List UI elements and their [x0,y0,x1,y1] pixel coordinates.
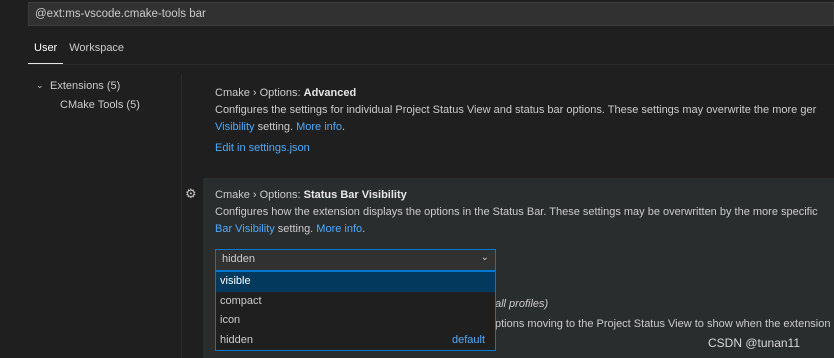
toc-item-label: Extensions (5) [50,79,121,92]
obscured-setting-text: all profiles) [495,298,549,310]
status-bar-visibility-select[interactable]: hidden ⌄ [215,249,496,271]
select-value: hidden [222,253,256,265]
setting-description-line2: Bar Visibility setting. More info. [215,223,366,235]
settings-scope-tabs: User Workspace [28,38,130,64]
setting-reference-link[interactable]: Bar Visibility [215,223,275,235]
gear-icon[interactable]: ⚙ [185,186,197,202]
setting-advanced: Cmake › Options: Advanced Configures the… [203,84,834,176]
setting-description: Configures the settings for individual P… [215,104,817,116]
setting-name: Advanced [303,87,357,99]
settings-search-input[interactable]: @ext:ms-vscode.cmake-tools bar [28,2,834,26]
dropdown-option-icon[interactable]: icon [216,311,495,331]
dropdown-option-hidden[interactable]: hidden default [216,331,495,351]
setting-category: Cmake › Options: [215,87,304,99]
toc-item-label: CMake Tools (5) [60,98,140,111]
tab-user[interactable]: User [28,38,64,64]
chevron-down-icon: ⌄ [480,252,489,263]
setting-category: Cmake › Options: [215,189,304,201]
obscured-setting-description: ptions moving to the Project Status View… [495,318,831,330]
edit-in-settings-json-link[interactable]: Edit in settings.json [215,142,310,154]
toc-item-extensions[interactable]: ⌄ Extensions (5) [28,76,178,95]
more-info-link[interactable]: More info [316,223,362,235]
dropdown-option-compact[interactable]: compact [216,292,495,312]
setting-title: Cmake › Options: Advanced [215,84,834,102]
setting-description: Configures how the extension displays th… [215,206,818,218]
dropdown-option-visible[interactable]: visible [216,272,495,292]
setting-description-line2: Visibility setting. More info. [215,121,346,133]
toc-item-cmake-tools[interactable]: CMake Tools (5) [28,95,178,114]
setting-reference-link[interactable]: Visibility [215,121,255,133]
default-tag: default [451,333,485,346]
chevron-down-icon: ⌄ [36,80,44,90]
setting-name: Status Bar Visibility [303,189,407,201]
more-info-link[interactable]: More info [296,121,342,133]
settings-editor: @ext:ms-vscode.cmake-tools bar User Work… [0,0,834,358]
tab-workspace[interactable]: Workspace [63,38,130,64]
setting-title: Cmake › Options: Status Bar Visibility [215,186,834,204]
tabs-divider [28,64,834,65]
watermark: CSDN @tunan11 [708,336,801,350]
toc-divider[interactable] [181,74,182,358]
settings-toc: ⌄ Extensions (5) CMake Tools (5) [28,76,178,114]
select-dropdown-list: visible compact icon hidden default [215,271,496,351]
